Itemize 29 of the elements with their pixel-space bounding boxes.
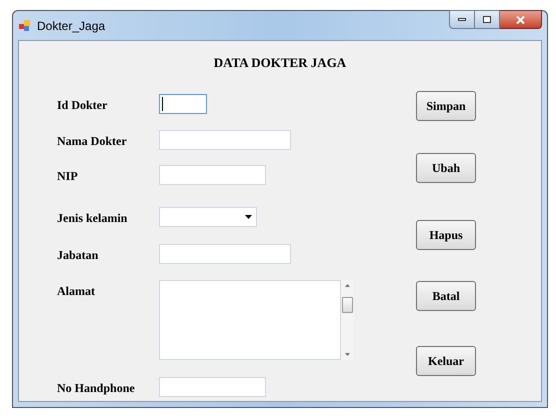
text-field[interactable] (159, 94, 207, 114)
window-title: Dokter_Jaga (37, 18, 106, 34)
field-label: Id Dokter (57, 97, 108, 114)
minimize-icon (458, 18, 466, 21)
form-heading: DATA DOKTER JAGA (212, 54, 348, 72)
action-button[interactable]: Keluar (416, 346, 476, 376)
field-label: Alamat (57, 283, 96, 300)
field-label: NIP (57, 168, 79, 185)
close-button[interactable] (500, 10, 542, 29)
dropdown-field[interactable] (159, 207, 257, 227)
action-button[interactable]: Batal (416, 281, 476, 311)
action-button[interactable]: Ubah (416, 153, 476, 183)
action-button[interactable]: Hapus (416, 220, 476, 250)
minimize-button[interactable] (449, 10, 475, 29)
field-label: No Handphone (57, 380, 136, 397)
field-label: Jenis kelamin (57, 210, 128, 227)
scroll-up-icon[interactable] (345, 284, 350, 287)
scroll-thumb[interactable] (342, 297, 353, 313)
dropdown-arrow-icon (245, 215, 252, 219)
text-cursor (162, 97, 163, 111)
maximize-icon (483, 16, 491, 23)
scroll-down-icon[interactable] (345, 353, 350, 356)
field-label: Jabatan (57, 247, 100, 264)
app-icon (19, 20, 31, 32)
maximize-button[interactable] (475, 10, 500, 29)
close-icon (516, 16, 525, 24)
scrollbar[interactable] (341, 280, 354, 360)
field-label: Nama Dokter (57, 133, 128, 150)
action-button[interactable]: Simpan (416, 91, 476, 121)
